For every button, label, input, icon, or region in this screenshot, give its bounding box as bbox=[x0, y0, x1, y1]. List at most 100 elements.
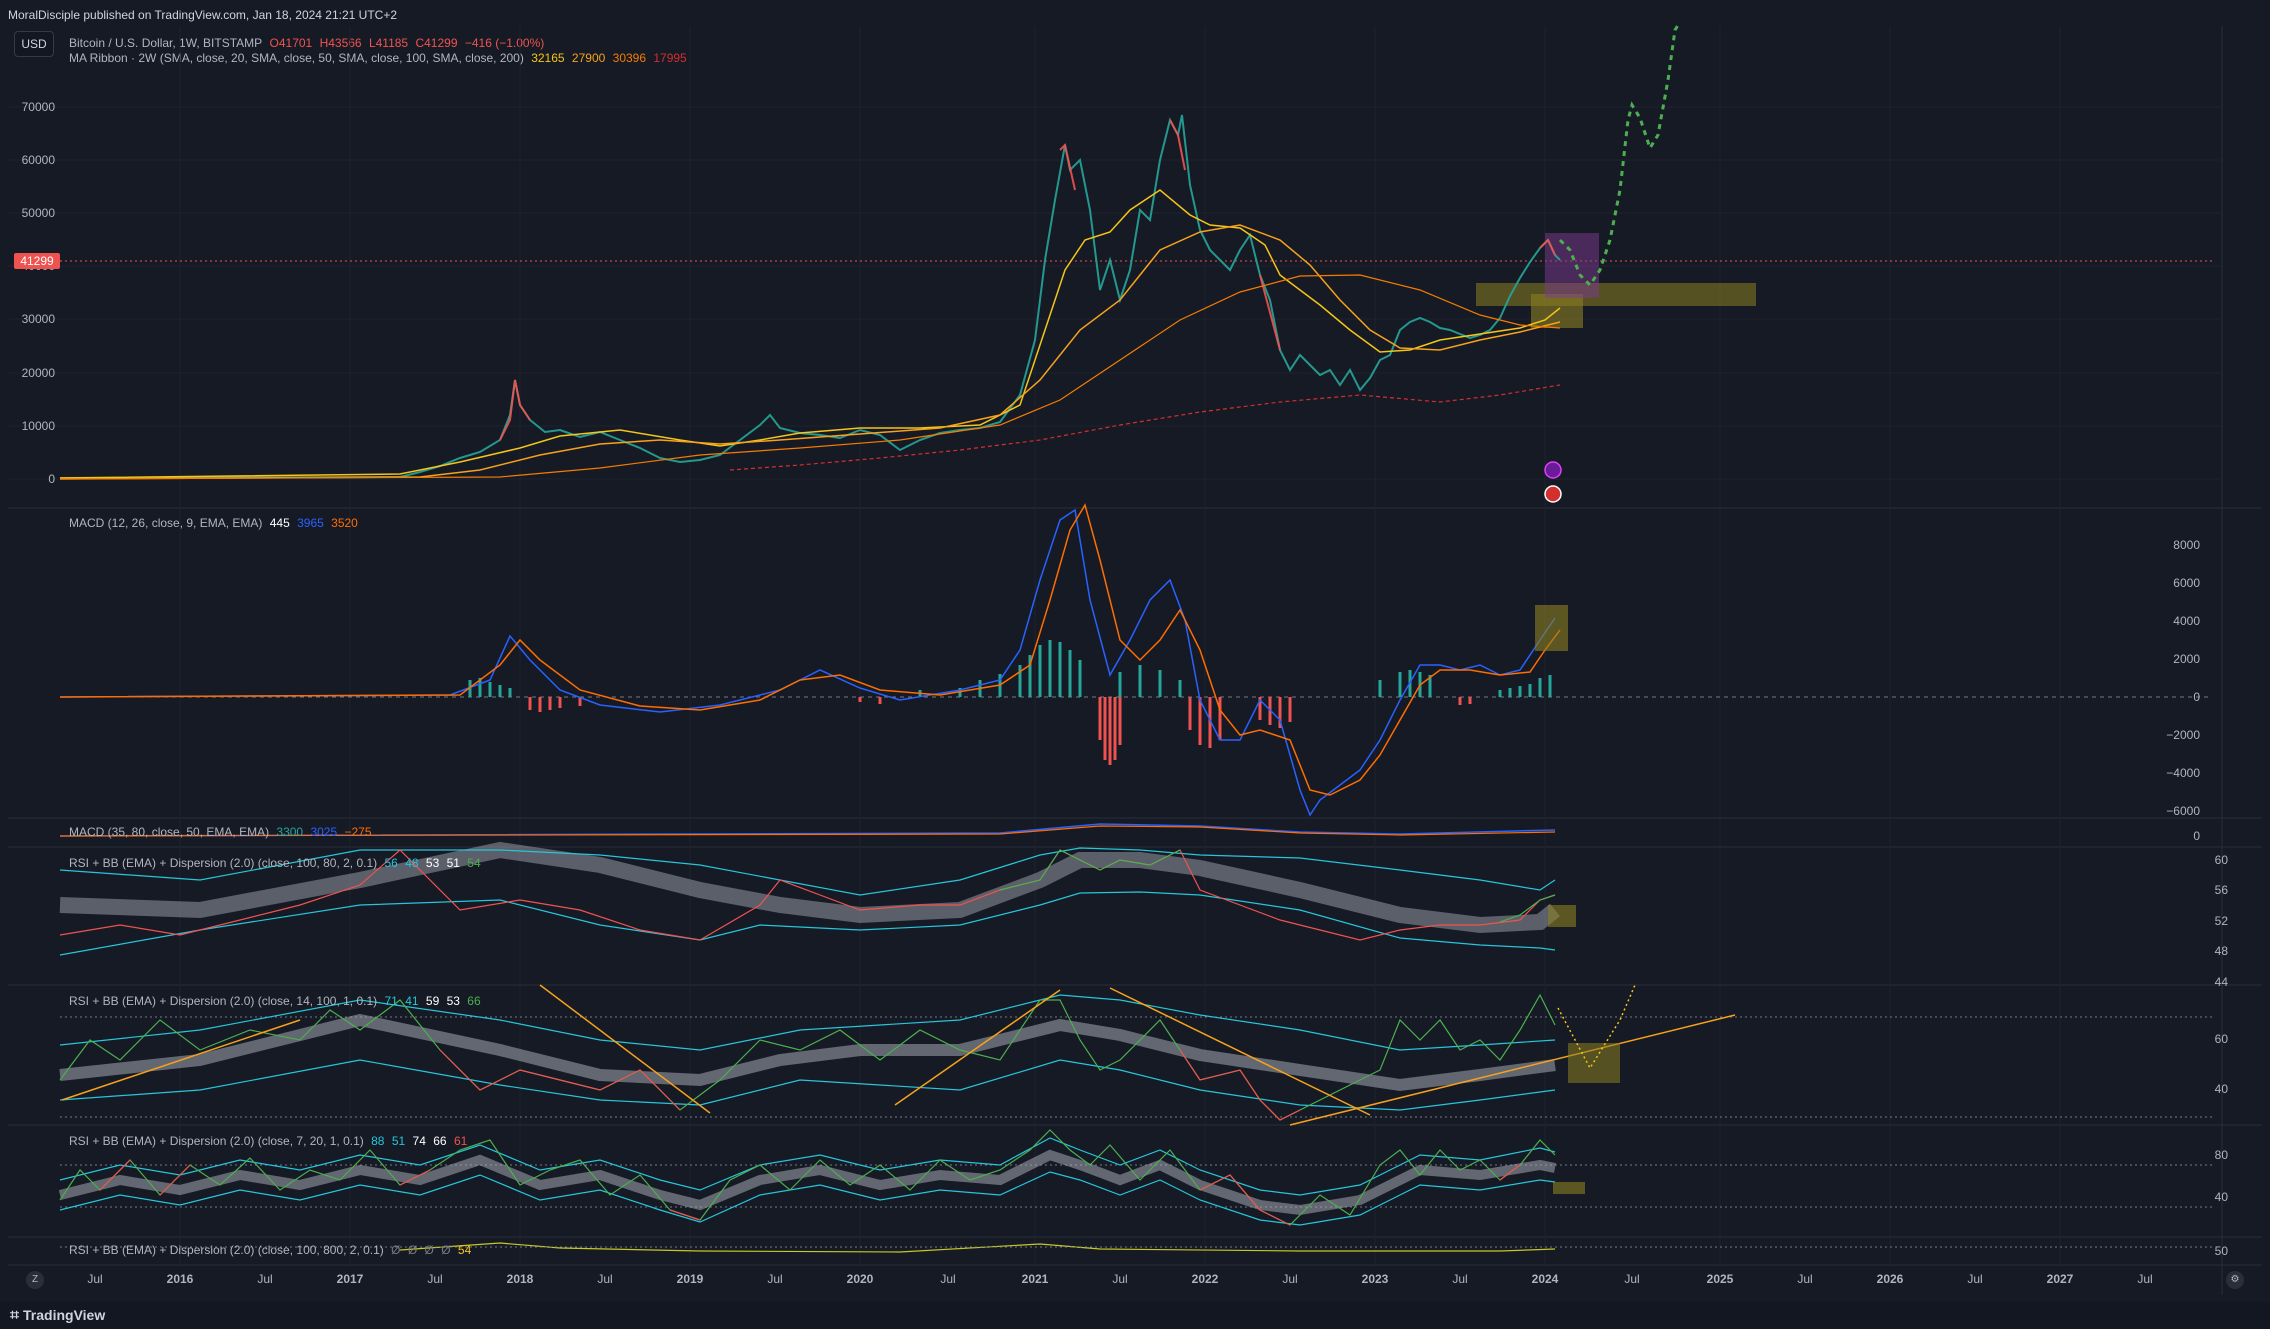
rsi3-axis: 80 40 bbox=[2215, 1148, 2229, 1204]
last-price-tag-label: 41299 bbox=[20, 254, 54, 268]
macd1-legend[interactable]: MACD (12, 26, close, 9, EMA, EMA) 445 39… bbox=[69, 516, 362, 530]
time-axis-label: 2026 bbox=[1877, 1272, 1904, 1286]
time-axis-label: Jul bbox=[87, 1272, 102, 1286]
rsi3-zone[interactable] bbox=[1553, 1182, 1585, 1194]
time-axis-label: 2025 bbox=[1707, 1272, 1734, 1286]
macd1-signal-line bbox=[59, 503, 1561, 796]
tradingview-logo-icon: ⌗ bbox=[10, 1307, 20, 1324]
time-axis-label: Jul bbox=[257, 1272, 272, 1286]
price-axis-label: 0 bbox=[48, 472, 55, 486]
rsi4-value: Ø bbox=[391, 1243, 401, 1257]
time-axis-label: 2017 bbox=[337, 1272, 364, 1286]
macd1-label: MACD (12, 26, close, 9, EMA, EMA) bbox=[69, 516, 263, 530]
time-axis-label: Jul bbox=[1624, 1272, 1639, 1286]
macd1-axis-label: 4000 bbox=[2173, 614, 2200, 628]
vertical-grid bbox=[179, 26, 2061, 1265]
time-axis-label: Jul bbox=[1452, 1272, 1467, 1286]
macd1-zone[interactable] bbox=[1535, 605, 1568, 651]
time-axis-label: 2016 bbox=[167, 1272, 194, 1286]
rsi2-axis: 60 40 bbox=[2215, 1032, 2229, 1096]
price-axis-label: 70000 bbox=[22, 100, 56, 114]
time-axis-label: Jul bbox=[1112, 1272, 1127, 1286]
time-axis-label: Jul bbox=[1797, 1272, 1812, 1286]
rsi3-value: 74 bbox=[412, 1134, 426, 1148]
rsi2-value: 59 bbox=[425, 994, 440, 1008]
macd1-value-macd: 3965 bbox=[297, 516, 324, 530]
rsi4-value: 54 bbox=[457, 1243, 472, 1257]
time-axis: Jul 2016 Jul 2017 Jul 2018 Jul 2019 Jul … bbox=[87, 1272, 2152, 1286]
price-axis-label: 20000 bbox=[22, 366, 56, 380]
rsi2-value: 53 bbox=[446, 994, 460, 1008]
rsi1-axis-label: 60 bbox=[2215, 853, 2229, 867]
time-axis-label: 2022 bbox=[1192, 1272, 1219, 1286]
macd1-line bbox=[59, 508, 1556, 817]
rsi1-axis-label: 48 bbox=[2215, 944, 2229, 958]
rsi2-line-down bbox=[439, 1049, 1301, 1121]
resistance-zone[interactable] bbox=[1545, 233, 1599, 298]
macd1-axis: 8000 6000 4000 2000 0 −2000 −4000 −6000 bbox=[2166, 538, 2200, 818]
time-axis-label: Jul bbox=[597, 1272, 612, 1286]
rsi1-axis: 60 56 52 48 44 bbox=[2215, 853, 2229, 989]
rsi3-legend[interactable]: RSI + BB (EMA) + Dispersion (2.0) (close… bbox=[69, 1134, 471, 1148]
macd1-axis-label: 0 bbox=[2193, 690, 2200, 704]
rsi3-value: 88 bbox=[371, 1134, 385, 1148]
time-axis-label: Jul bbox=[2137, 1272, 2152, 1286]
rsi1-label: RSI + BB (EMA) + Dispersion (2.0) (close… bbox=[69, 856, 378, 870]
rsi4-value: Ø bbox=[407, 1243, 418, 1257]
rsi1-value: 54 bbox=[467, 856, 481, 870]
chart-canvas[interactable]: 70000 60000 50000 40000 30000 20000 1000… bbox=[0, 0, 2270, 1329]
time-axis-label: Jul bbox=[940, 1272, 955, 1286]
macd1-axis-label: −2000 bbox=[2166, 728, 2200, 742]
price-axis-label: 50000 bbox=[22, 206, 56, 220]
rsi3-value: 66 bbox=[433, 1134, 447, 1148]
rsi1-axis-label: 44 bbox=[2215, 975, 2229, 989]
support-zone-wide[interactable] bbox=[1476, 283, 1756, 306]
time-axis-label: 2027 bbox=[2047, 1272, 2074, 1286]
tradingview-logo: ⌗ TradingView bbox=[10, 1307, 105, 1325]
rsi2-legend[interactable]: RSI + BB (EMA) + Dispersion (2.0) (close… bbox=[69, 994, 485, 1008]
macd2-value-macd: 3025 bbox=[310, 825, 338, 839]
ma50-line bbox=[59, 224, 1561, 480]
macd2-axis-label: 0 bbox=[2193, 829, 2200, 843]
rsi2-zone[interactable] bbox=[1568, 1043, 1620, 1083]
rsi2-axis-label: 60 bbox=[2215, 1032, 2229, 1046]
rsi1-zone[interactable] bbox=[1548, 905, 1576, 927]
rsi1-value: 48 bbox=[405, 856, 419, 870]
rsi1-axis-label: 56 bbox=[2215, 883, 2229, 897]
price-candles bbox=[59, 114, 1561, 479]
rsi2-label: RSI + BB (EMA) + Dispersion (2.0) (close… bbox=[69, 994, 378, 1008]
rsi4-axis-label: 50 bbox=[2215, 1244, 2229, 1258]
time-axis-label: Jul bbox=[1967, 1272, 1982, 1286]
time-axis-label: 2020 bbox=[847, 1272, 874, 1286]
macd1-histogram bbox=[468, 640, 1552, 765]
event-marker-icon[interactable] bbox=[1544, 461, 1562, 479]
footer-bar bbox=[0, 1302, 2270, 1329]
time-axis-label: 2024 bbox=[1532, 1272, 1559, 1286]
timezone-button[interactable]: Z bbox=[26, 1271, 44, 1289]
tradingview-brand: TradingView bbox=[23, 1307, 106, 1323]
rsi1-value: 51 bbox=[446, 856, 460, 870]
macd2-value-hist: 3300 bbox=[276, 825, 304, 839]
price-axis-label: 30000 bbox=[22, 312, 56, 326]
rsi2-value: 66 bbox=[467, 994, 481, 1008]
time-axis-label: Jul bbox=[427, 1272, 442, 1286]
rsi1-legend[interactable]: RSI + BB (EMA) + Dispersion (2.0) (close… bbox=[69, 856, 485, 870]
macd1-axis-label: 8000 bbox=[2173, 538, 2200, 552]
rsi2-lower-band bbox=[59, 1059, 1556, 1111]
macd1-value-signal: 3520 bbox=[331, 516, 358, 530]
rsi3-label: RSI + BB (EMA) + Dispersion (2.0) (close… bbox=[69, 1134, 364, 1148]
price-axis-label: 10000 bbox=[22, 419, 56, 433]
rsi2-value: 71 bbox=[384, 994, 398, 1008]
rsi4-legend[interactable]: RSI + BB (EMA) + Dispersion (2.0) (close… bbox=[69, 1243, 475, 1257]
ma200-line bbox=[729, 384, 1561, 471]
rsi1-axis-label: 52 bbox=[2215, 914, 2229, 928]
time-axis-label: 2023 bbox=[1362, 1272, 1389, 1286]
settings-gear-icon[interactable]: ⚙ bbox=[2226, 1271, 2244, 1289]
macd2-legend[interactable]: MACD (35, 80, close, 50, EMA, EMA) 3300 … bbox=[69, 825, 376, 839]
macd2-label: MACD (35, 80, close, 50, EMA, EMA) bbox=[69, 825, 270, 839]
rsi2-axis-label: 40 bbox=[2215, 1082, 2229, 1096]
economic-event-icon[interactable] bbox=[1544, 485, 1562, 503]
time-axis-label: Jul bbox=[767, 1272, 782, 1286]
macd1-value-hist: 445 bbox=[269, 516, 290, 530]
macd1-axis-label: −6000 bbox=[2166, 804, 2200, 818]
